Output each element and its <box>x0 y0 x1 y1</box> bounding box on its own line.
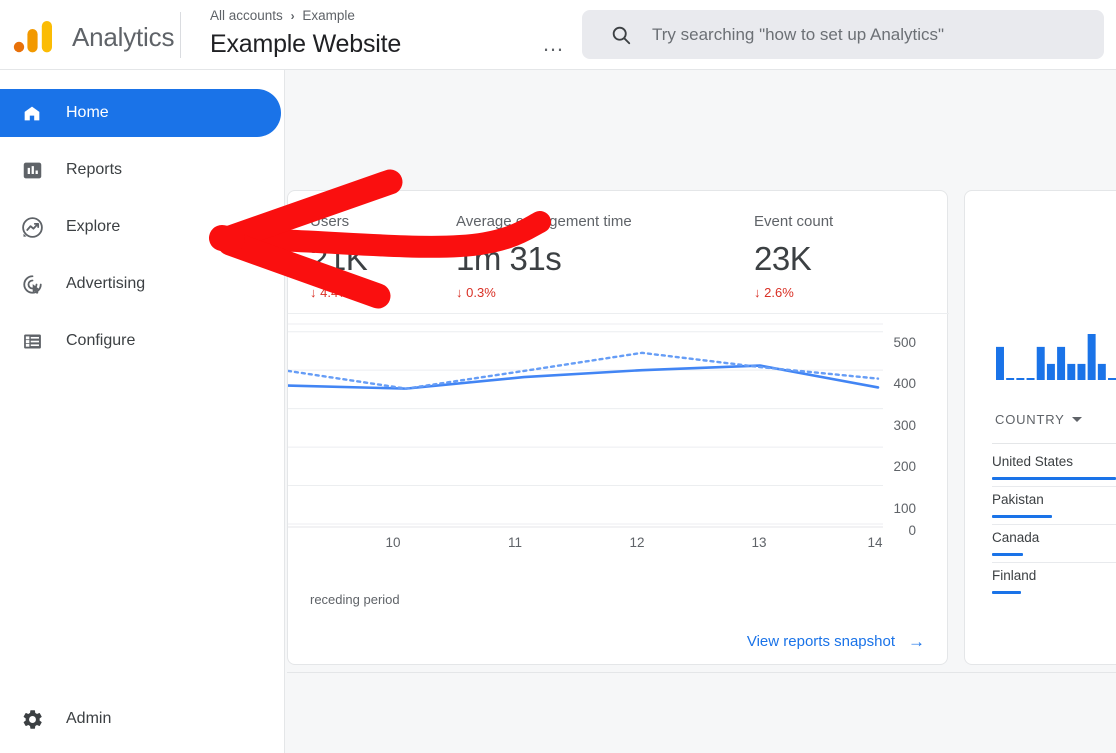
more-options-button[interactable]: … <box>542 38 565 50</box>
country-row[interactable]: United States <box>992 453 1116 480</box>
bottom-section-divider <box>287 672 1116 673</box>
sidebar-item-advertising[interactable]: Advertising <box>0 260 281 308</box>
sidebar-item-label: Reports <box>66 161 122 179</box>
breadcrumb-root[interactable]: All accounts <box>210 8 283 23</box>
svg-text:13: 13 <box>751 535 766 550</box>
breadcrumb[interactable]: All accounts › Example <box>210 8 355 24</box>
sidebar: Home Reports E <box>0 70 285 753</box>
metric-delta: ↓ 4.4% <box>310 285 367 300</box>
google-analytics-logo <box>10 20 58 54</box>
country-name: Finland <box>992 567 1116 584</box>
search-icon <box>610 24 632 46</box>
svg-text:100: 100 <box>893 501 916 516</box>
search-input[interactable]: Try searching "how to set up Analytics" <box>582 10 1104 59</box>
country-list-top-rule <box>992 443 1116 444</box>
metric-delta-value: 4.4% <box>320 285 350 300</box>
page-title: Example Website <box>210 28 401 60</box>
svg-text:300: 300 <box>893 418 916 433</box>
country-bar <box>992 553 1023 556</box>
sidebar-item-label: Home <box>66 104 109 122</box>
country-row[interactable]: Pakistan <box>992 491 1116 518</box>
metric-value: 1m 31s <box>456 240 632 278</box>
svg-text:400: 400 <box>893 376 916 391</box>
country-dimension-label: COUNTRY <box>995 412 1065 427</box>
breadcrumb-separator-icon: › <box>291 9 295 23</box>
svg-text:11: 11 <box>508 535 522 550</box>
country-dimension-selector[interactable]: COUNTRY <box>995 412 1082 427</box>
sidebar-item-admin[interactable]: Admin <box>0 695 281 743</box>
explore-compass-icon <box>18 213 46 241</box>
users-line-chart: 0 100 200 300 400 500 10 11 12 13 14 <box>288 314 949 614</box>
sidebar-item-configure[interactable]: Configure <box>0 317 281 365</box>
analytics-home-screen: Users 21K ↓ 4.4% Average engagement time… <box>0 0 1116 753</box>
metric-delta: ↓ 0.3% <box>456 285 632 300</box>
country-bar <box>992 591 1021 594</box>
svg-text:500: 500 <box>893 335 916 350</box>
chart-svg: 0 100 200 300 400 500 10 11 12 13 14 <box>288 314 949 604</box>
sidebar-item-home[interactable]: Home <box>0 89 281 137</box>
metric-label: Average engagement time <box>456 213 632 231</box>
sidebar-item-explore[interactable]: Explore <box>0 203 281 251</box>
svg-text:12: 12 <box>629 535 644 550</box>
country-bar <box>992 515 1052 518</box>
sidebar-item-label: Advertising <box>66 275 145 293</box>
svg-text:0: 0 <box>908 523 916 538</box>
country-row-divider <box>992 562 1116 563</box>
overview-card: Users 21K ↓ 4.4% Average engagement time… <box>287 190 948 665</box>
metric-avg-engagement-time: Average engagement time 1m 31s ↓ 0.3% <box>456 213 632 300</box>
metric-event-count: Event count 23K ↓ 2.6% <box>754 213 833 300</box>
sidebar-item-label: Admin <box>66 710 111 728</box>
country-row[interactable]: Canada <box>992 529 1116 556</box>
sidebar-item-reports[interactable]: Reports <box>0 146 281 194</box>
users-per-minute-sparkline <box>996 330 1116 382</box>
view-reports-snapshot-label: View reports snapshot <box>747 633 895 650</box>
home-icon <box>18 99 46 127</box>
chart-legend-label: receding period <box>310 592 400 607</box>
metrics-row: Users 21K ↓ 4.4% Average engagement time… <box>288 191 949 311</box>
metric-label: Event count <box>754 213 833 231</box>
metric-label: Users <box>310 213 367 231</box>
arrow-down-icon: ↓ <box>754 285 761 300</box>
metric-value: 21K <box>310 240 367 278</box>
brand-name: Analytics <box>72 20 174 54</box>
header-divider <box>180 12 181 58</box>
sidebar-item-label: Explore <box>66 218 120 236</box>
country-name: Canada <box>992 529 1116 546</box>
top-header: Analytics All accounts › Example Example… <box>0 0 1116 70</box>
svg-text:10: 10 <box>385 535 400 550</box>
search-placeholder: Try searching "how to set up Analytics" <box>652 25 944 45</box>
arrow-right-icon: → <box>908 634 925 649</box>
svg-text:200: 200 <box>893 459 916 474</box>
metric-value: 23K <box>754 240 833 278</box>
country-name: United States <box>992 453 1116 470</box>
country-bar <box>992 477 1116 480</box>
country-name: Pakistan <box>992 491 1116 508</box>
view-reports-snapshot-link[interactable]: View reports snapshot → <box>747 633 925 650</box>
country-row[interactable]: Finland <box>992 567 1116 594</box>
bar-chart-icon <box>18 156 46 184</box>
metric-delta-value: 0.3% <box>466 285 496 300</box>
gear-icon <box>18 705 46 733</box>
sidebar-item-label: Configure <box>66 332 135 350</box>
country-row-divider <box>992 486 1116 487</box>
arrow-down-icon: ↓ <box>456 285 463 300</box>
chevron-down-icon <box>1072 417 1082 422</box>
metric-delta: ↓ 2.6% <box>754 285 833 300</box>
metric-users: Users 21K ↓ 4.4% <box>310 213 367 300</box>
header-bottom-border <box>0 69 1116 70</box>
metric-delta-value: 2.6% <box>764 285 794 300</box>
breadcrumb-current[interactable]: Example <box>302 8 355 23</box>
svg-text:14: 14 <box>867 535 883 550</box>
arrow-down-icon: ↓ <box>310 285 317 300</box>
country-row-divider <box>992 524 1116 525</box>
advertising-target-icon <box>18 270 46 298</box>
configure-list-icon <box>18 327 46 355</box>
